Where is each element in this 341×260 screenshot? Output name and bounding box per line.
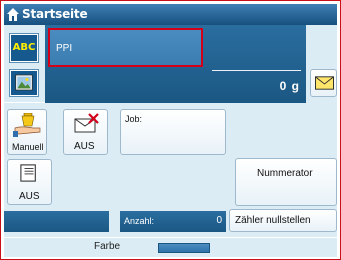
envelope-button[interactable] [310,69,337,97]
manuell-label: Manuell [12,142,44,152]
title-bar: Startseite [4,4,337,25]
image-button[interactable] [10,70,38,96]
image-icon [15,74,33,91]
left-bar [4,211,109,232]
reset-counter-label: Zähler nullstellen [235,215,311,226]
anzahl-value: 0 [216,215,222,226]
abc-button[interactable]: ABC [10,34,38,62]
document-icon [20,164,36,182]
job-button[interactable]: Job: [120,109,226,155]
weight-divider [212,70,301,71]
job-label: Job: [125,114,143,124]
manuell-button[interactable]: Manuell [7,109,47,155]
anzahl-counter: Anzahl: 0 [120,211,226,232]
aus-button-1[interactable]: AUS [63,109,108,155]
nummerator-button[interactable]: Nummerator [235,158,337,206]
home-icon[interactable] [7,8,19,21]
aus-button-2[interactable]: AUS [7,159,52,205]
color-indicator [158,243,210,253]
envelope-icon [315,76,334,90]
status-bar: Farbe [4,237,337,257]
text-input-field[interactable]: PPI [48,28,203,67]
farbe-label: Farbe [94,241,121,252]
nummerator-label: Nummerator [257,168,313,179]
weight-value: 0 g [279,79,300,93]
abc-label: ABC [12,42,36,53]
text-field-value: PPI [56,43,73,54]
envelope-off-icon [74,113,99,133]
aus-label-2: AUS [19,191,40,202]
page-title: Startseite [22,7,88,21]
hand-scale-icon [13,113,41,137]
anzahl-label: Anzahl: [124,216,155,226]
weight-display: 0 g [205,25,306,103]
aus-label-1: AUS [74,141,95,152]
reset-counter-button[interactable]: Zähler nullstellen [229,209,337,232]
